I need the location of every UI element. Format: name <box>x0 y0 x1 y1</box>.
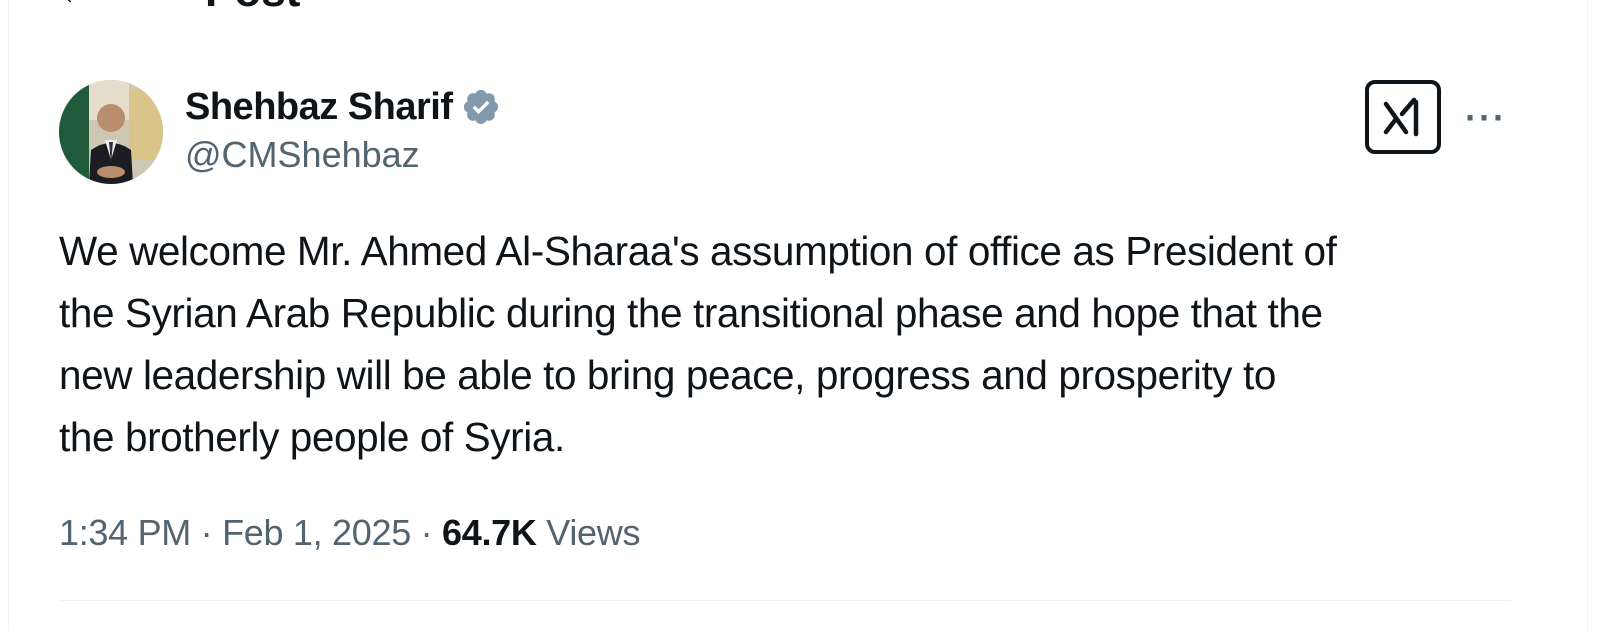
views-count: 64.7K <box>442 512 537 553</box>
more-options-icon[interactable]: ··· <box>1464 96 1508 140</box>
views-label: Views <box>546 512 641 553</box>
meta-separator: · <box>200 512 223 553</box>
page-header: ← Post <box>57 0 300 14</box>
meta-separator: · <box>420 512 443 553</box>
page-title: Post <box>205 0 300 14</box>
back-arrow-icon[interactable]: ← <box>57 0 95 12</box>
post-text: We welcome Mr. Ahmed Al-Sharaa's assumpt… <box>59 228 1337 460</box>
author-name-row: Shehbaz Sharif <box>185 84 501 130</box>
post-time[interactable]: 1:34 PM <box>59 512 191 553</box>
author-handle[interactable]: @CMShehbaz <box>185 134 501 176</box>
avatar-photo <box>59 80 163 184</box>
author-info: Shehbaz Sharif @CMShehbaz <box>185 84 501 176</box>
verified-badge-icon <box>461 87 501 127</box>
post-meta: 1:34 PM · Feb 1, 2025 · 64.7K Views <box>59 508 640 558</box>
grok-button[interactable] <box>1365 80 1441 154</box>
post-detail-panel: ← Post Shehbaz Sharif @CMShehbaz <box>8 0 1588 631</box>
avatar[interactable] <box>59 80 163 184</box>
divider <box>59 600 1511 601</box>
author-display-name[interactable]: Shehbaz Sharif <box>185 86 453 129</box>
grok-icon <box>1383 97 1419 137</box>
post-date[interactable]: Feb 1, 2025 <box>222 512 411 553</box>
